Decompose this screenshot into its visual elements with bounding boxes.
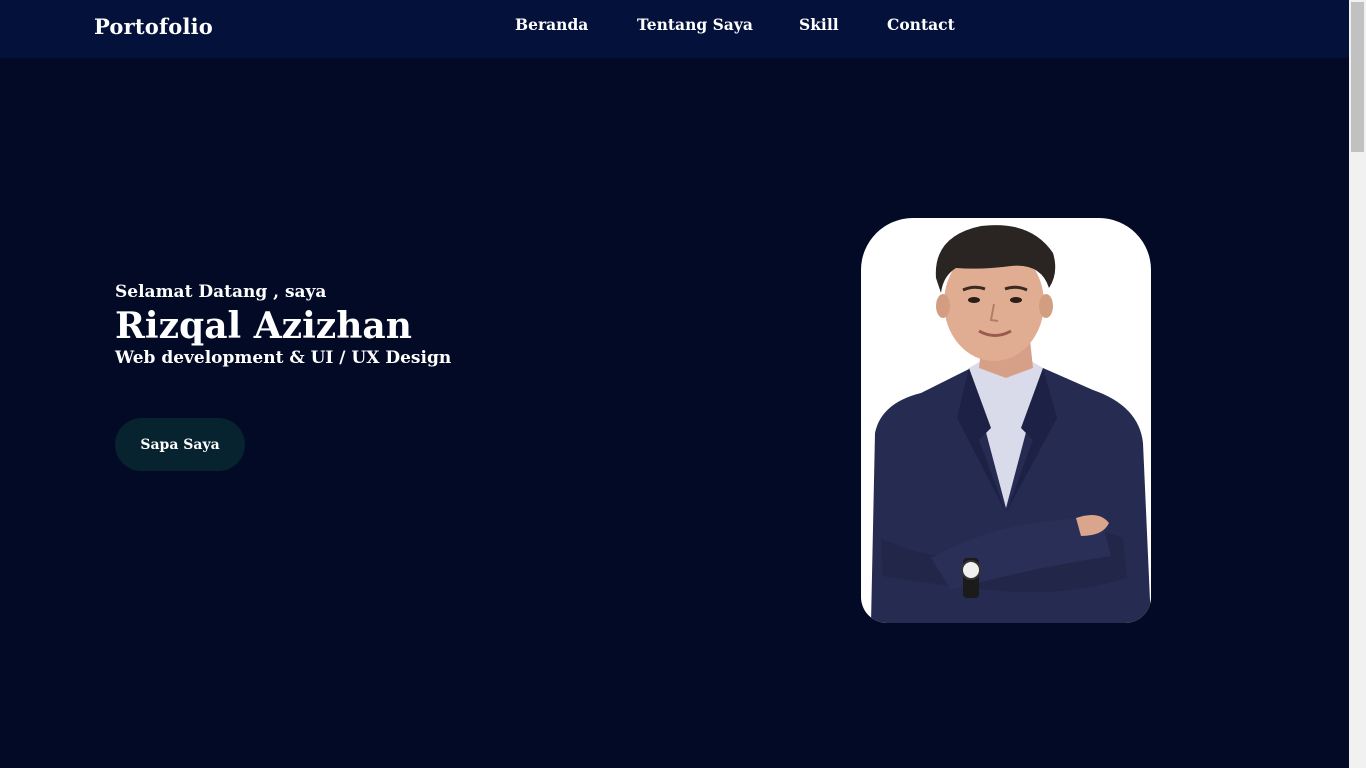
nav-link-skill[interactable]: Skill [799,15,839,34]
nav-link-tentang-saya[interactable]: Tentang Saya [637,15,753,34]
hero-text: Selamat Datang , saya Rizqal Azizhan Web… [115,282,451,368]
portrait-illustration [871,225,1151,623]
hero-role: Web development & UI / UX Design [115,348,452,368]
brand-logo[interactable]: Portofolio [94,14,213,39]
hero-name: Rizqal Azizhan [115,305,412,347]
sapa-saya-button[interactable]: Sapa Saya [115,418,245,471]
hero-greeting: Selamat Datang , saya [115,282,327,302]
nav-link-contact[interactable]: Contact [887,15,955,34]
navbar: Portofolio Beranda Tentang Saya Skill Co… [0,0,1349,58]
vertical-scrollbar[interactable] [1349,0,1366,768]
page: Portofolio Beranda Tentang Saya Skill Co… [0,0,1366,768]
scrollbar-thumb[interactable] [1351,2,1364,152]
nav-link-beranda[interactable]: Beranda [515,15,588,34]
profile-photo [861,218,1151,623]
